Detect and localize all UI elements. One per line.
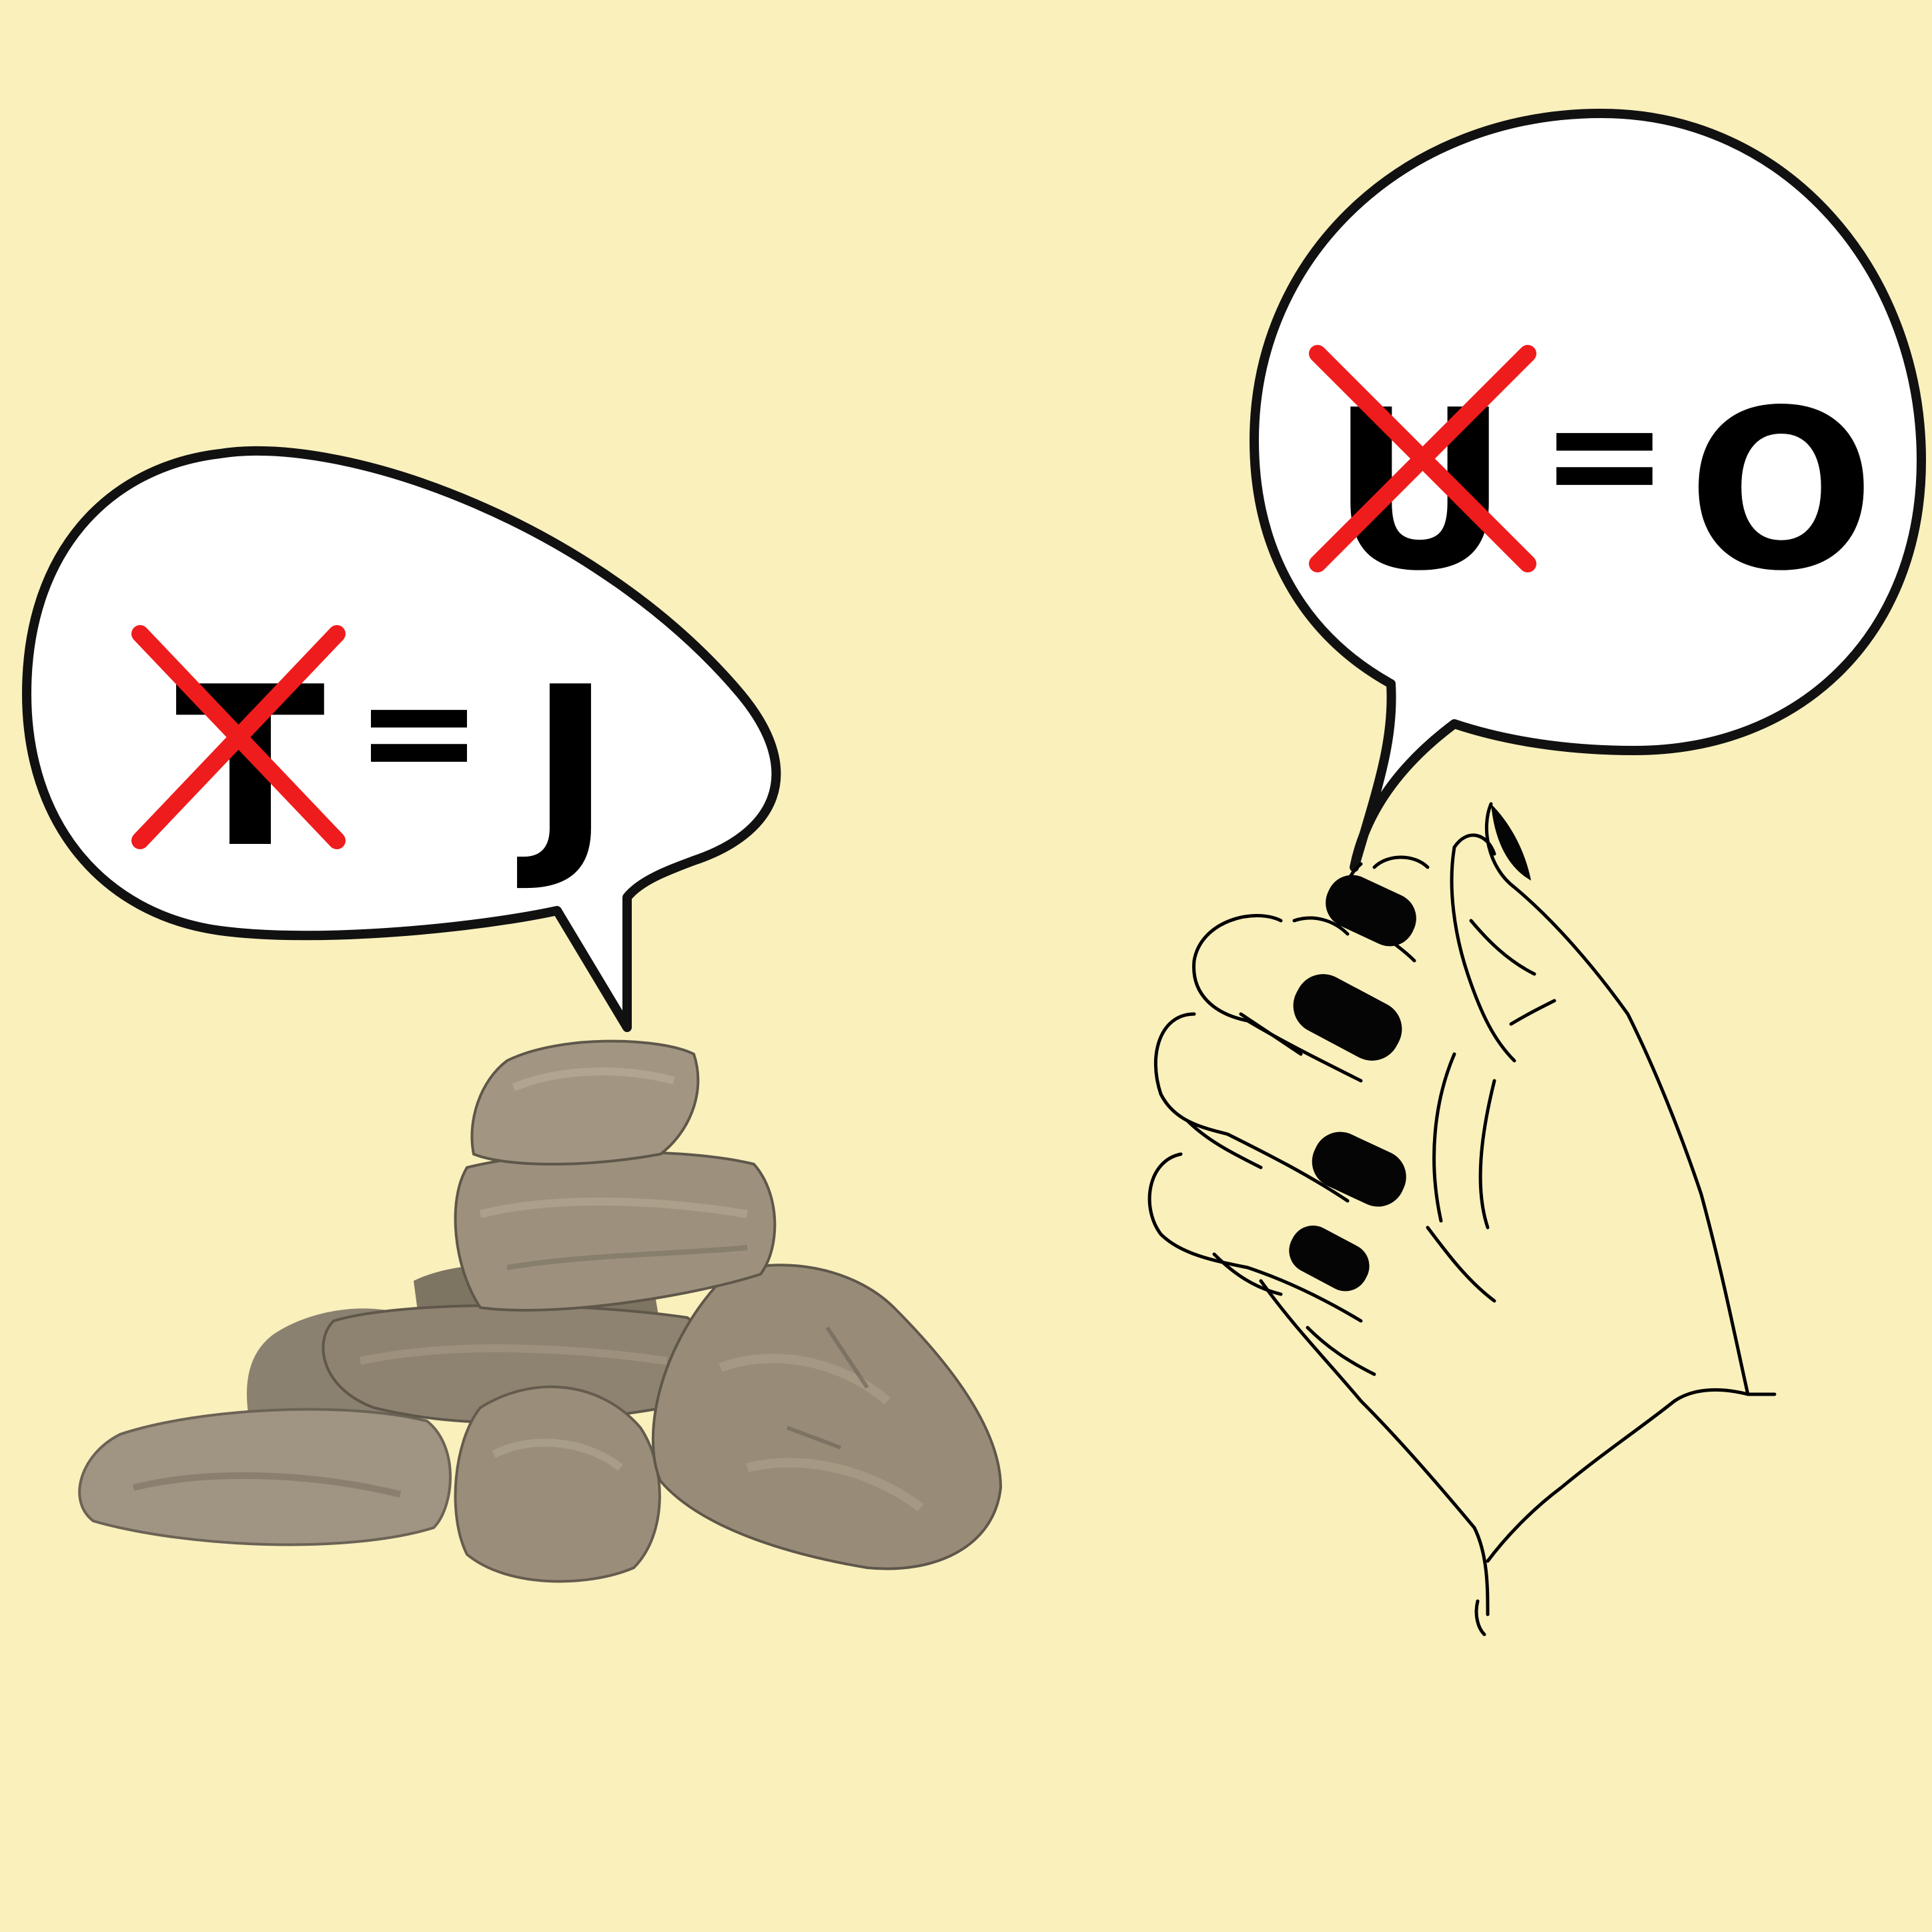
left-equals-sign: =: [355, 642, 484, 821]
right-equals-sign: =: [1540, 366, 1669, 544]
left-result-letter: J: [516, 640, 611, 896]
puzzle-canvas: T = J U = O: [0, 0, 1932, 1932]
right-result-letter: O: [1688, 363, 1875, 619]
